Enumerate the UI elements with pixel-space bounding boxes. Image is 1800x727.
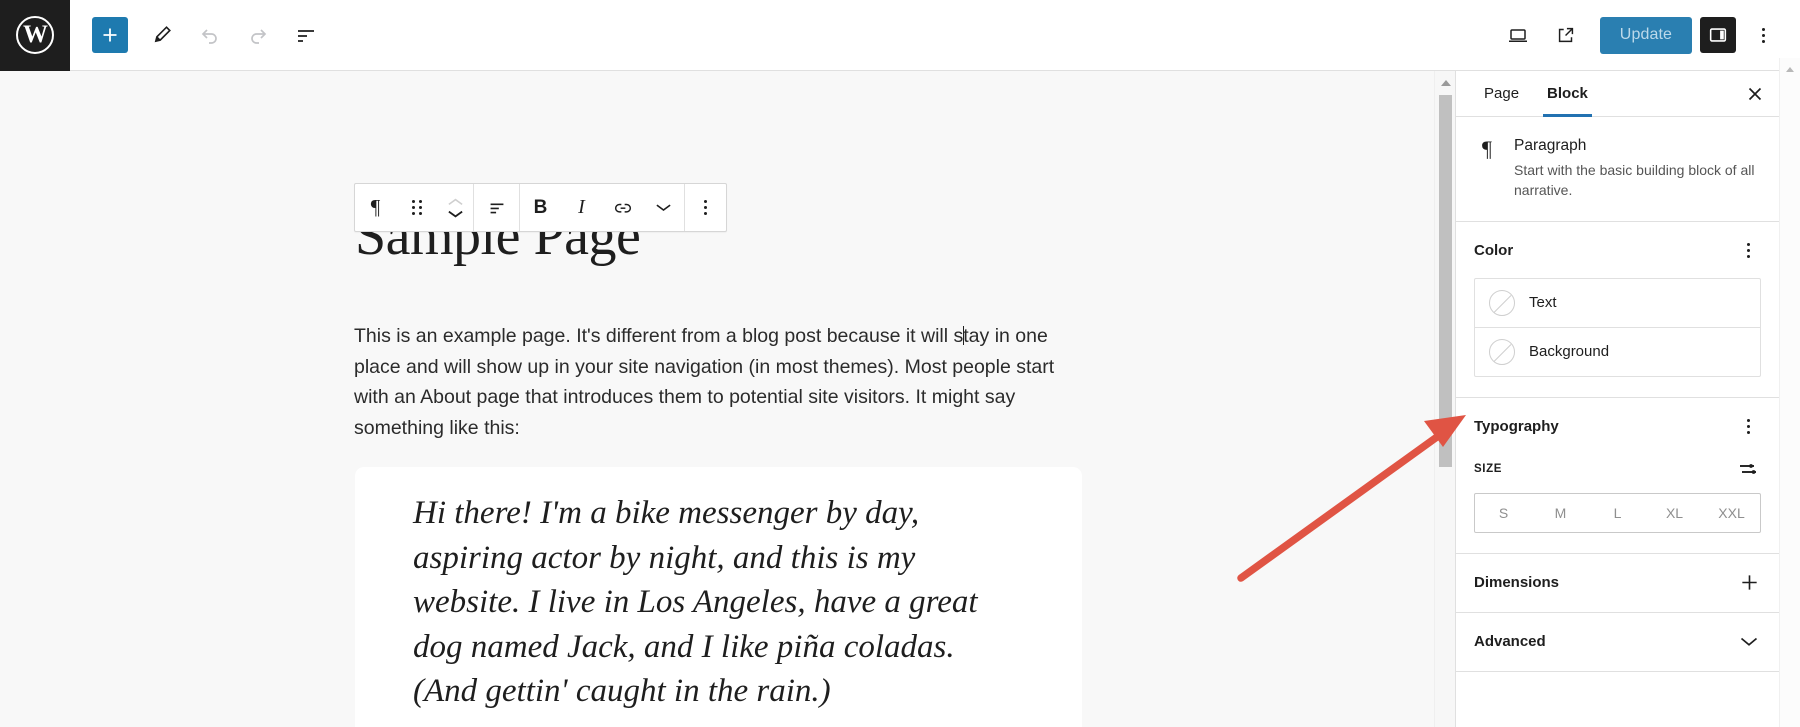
scroll-up-arrow-icon[interactable] <box>1435 71 1456 90</box>
more-rich-text-button[interactable] <box>643 184 684 231</box>
editor-options-button[interactable] <box>1742 11 1784 59</box>
add-block-button[interactable] <box>92 17 128 53</box>
tab-page[interactable]: Page <box>1470 71 1533 116</box>
quote-block-card[interactable]: Hi there! I'm a bike messenger by day, a… <box>355 467 1082 727</box>
font-size-label: SIZE <box>1474 462 1502 475</box>
typography-section-title: Typography <box>1474 418 1559 436</box>
list-view-button[interactable] <box>282 11 330 59</box>
custom-size-sliders-icon[interactable] <box>1735 456 1761 482</box>
italic-button[interactable]: I <box>561 184 602 231</box>
link-button[interactable] <box>602 184 643 231</box>
block-options-group <box>684 184 726 231</box>
kebab-menu-icon <box>1761 27 1765 43</box>
canvas-scrollbar-thumb[interactable] <box>1439 95 1452 467</box>
font-size-s[interactable]: S <box>1475 494 1532 532</box>
external-link-icon <box>1558 27 1573 43</box>
scroll-up-arrow-icon[interactable] <box>1780 58 1800 76</box>
close-x-icon <box>1748 87 1762 100</box>
text-align-button[interactable] <box>474 184 519 231</box>
desktop-preview-icon <box>1508 29 1527 42</box>
settings-sidebar: Page Block ¶ Paragraph Start with the ba… <box>1455 71 1779 727</box>
dimensions-section[interactable]: Dimensions <box>1456 554 1779 613</box>
window-scrollbar[interactable] <box>1779 58 1800 727</box>
kebab-menu-icon <box>1746 419 1750 435</box>
settings-sidebar-toggle-button[interactable] <box>1700 17 1736 53</box>
dimensions-section-title: Dimensions <box>1474 574 1560 592</box>
chevron-up-icon[interactable] <box>447 197 464 207</box>
block-name: Paragraph <box>1514 137 1587 154</box>
header-left-tools <box>70 11 330 59</box>
tools-edit-button[interactable] <box>138 11 186 59</box>
quote-text[interactable]: Hi there! I'm a bike messenger by day, a… <box>413 491 1013 714</box>
no-color-swatch-icon <box>1489 338 1515 365</box>
sliders-icon <box>1740 463 1756 474</box>
font-size-options: S M L XL XXL <box>1474 492 1761 533</box>
link-icon <box>614 203 631 213</box>
no-color-swatch-icon <box>1489 289 1515 316</box>
paragraph-pilcrow-icon: ¶ <box>1482 136 1492 161</box>
align-group <box>473 184 519 231</box>
font-size-l[interactable]: L <box>1589 494 1646 532</box>
paragraph-block[interactable]: This is an example page. It's different … <box>354 321 1066 443</box>
text-align-left-icon <box>490 203 503 213</box>
color-section-title: Color <box>1474 242 1514 260</box>
update-button[interactable]: Update <box>1599 16 1692 54</box>
bold-button[interactable]: B <box>520 184 561 231</box>
kebab-menu-icon <box>704 200 707 215</box>
block-description: Start with the basic building block of a… <box>1514 162 1755 198</box>
header-right-tools: Update <box>1494 11 1800 59</box>
plus-icon[interactable] <box>1737 571 1761 595</box>
paragraph-text-before-caret: This is an example page. It's different … <box>354 325 964 347</box>
redo-button[interactable] <box>234 11 282 59</box>
advanced-section-title: Advanced <box>1474 633 1546 651</box>
font-size-xl[interactable]: XL <box>1646 494 1703 532</box>
chevron-down-icon[interactable] <box>447 209 464 219</box>
typography-section: Typography SIZE S M L XL XXL <box>1456 398 1779 554</box>
wordpress-logo-glyph: W <box>16 16 54 54</box>
block-type-group: ¶ <box>355 184 473 231</box>
rich-text-group: B I <box>519 184 684 231</box>
pencil-edit-icon <box>154 26 171 43</box>
color-row-background[interactable]: Background <box>1475 326 1760 376</box>
color-text-label: Text <box>1529 294 1557 312</box>
block-options-button[interactable] <box>685 184 726 231</box>
redo-arrow-icon <box>251 29 267 44</box>
color-section: Color Text Background <box>1456 222 1779 398</box>
color-row-text[interactable]: Text <box>1475 279 1760 327</box>
chevron-down-icon <box>656 204 671 212</box>
undo-button[interactable] <box>186 11 234 59</box>
plus-icon <box>103 28 117 42</box>
tab-block[interactable]: Block <box>1533 71 1602 117</box>
sidebar-tabs: Page Block <box>1456 71 1779 117</box>
color-background-label: Background <box>1529 343 1610 361</box>
canvas-scrollbar[interactable] <box>1434 71 1455 727</box>
kebab-menu-icon <box>1746 243 1750 259</box>
chevron-down-icon[interactable] <box>1737 630 1761 654</box>
sidebar-panel-icon <box>1709 28 1727 42</box>
font-size-m[interactable]: M <box>1532 494 1589 532</box>
undo-arrow-icon <box>201 29 217 44</box>
document-outline-icon <box>298 30 314 42</box>
color-options-list: Text Background <box>1474 277 1761 377</box>
block-floating-toolbar: ¶ B I <box>354 183 727 232</box>
editor-canvas[interactable]: Sample Page This is an example page. It'… <box>0 71 1434 727</box>
typography-options-button[interactable] <box>1735 414 1761 440</box>
wordpress-logo-icon[interactable]: W <box>0 0 70 71</box>
block-info-card: ¶ Paragraph Start with the basic buildin… <box>1456 117 1779 222</box>
color-options-button[interactable] <box>1735 238 1761 264</box>
block-movers[interactable] <box>437 184 473 231</box>
advanced-section[interactable]: Advanced <box>1456 613 1779 672</box>
wordpress-block-editor: W Update Sample Page This is an example … <box>0 0 1800 727</box>
close-sidebar-button[interactable] <box>1731 71 1779 116</box>
drag-handle-button[interactable] <box>396 184 437 231</box>
font-size-xxl[interactable]: XXL <box>1703 494 1760 532</box>
drag-handle-icon <box>411 200 422 215</box>
editor-header-toolbar: W Update <box>0 0 1800 71</box>
view-site-button[interactable] <box>1542 11 1590 59</box>
block-type-paragraph-button[interactable]: ¶ <box>355 184 396 231</box>
preview-button[interactable] <box>1494 11 1542 59</box>
